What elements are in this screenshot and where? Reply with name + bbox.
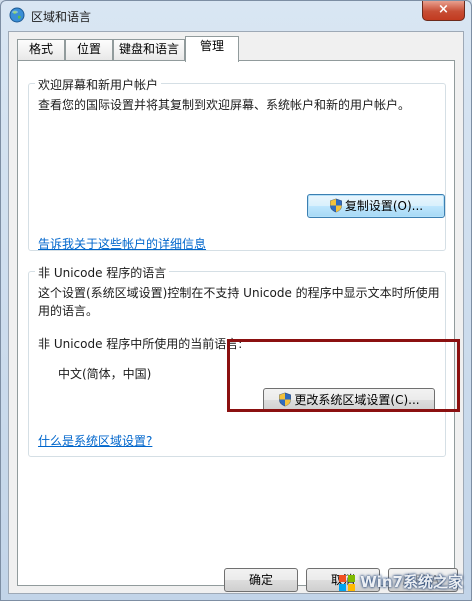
tab-location[interactable]: 位置 [65,39,113,60]
globe-icon [9,7,25,23]
shield-icon [329,198,342,212]
current-language-label: 非 Unicode 程序中所使用的当前语言: [38,337,243,351]
tab-panel-administrative: 欢迎屏幕和新用户帐户 查看您的国际设置并将其复制到欢迎屏幕、系统帐户和新的用户帐… [17,60,455,586]
welcome-screen-group: 欢迎屏幕和新用户帐户 查看您的国际设置并将其复制到欢迎屏幕、系统帐户和新的用户帐… [28,76,446,252]
welcome-description: 查看您的国际设置并将其复制到欢迎屏幕、系统帐户和新的用户帐户。 [38,98,411,112]
non-unicode-description-line2: 用的语言。 [38,304,99,318]
current-language-value: 中文(简体，中国) [58,367,152,381]
tab-administrative[interactable]: 管理 [185,36,239,62]
change-system-locale-button[interactable]: 更改系统区域设置(C)... [263,388,435,412]
title-bar[interactable]: 区域和语言 × [1,1,471,31]
dialog-window: 区域和语言 × 格式 位置 键盘和语言 管理 欢迎屏幕和新用户帐户 查看您的国际… [0,0,472,601]
watermark-text: Win7系统之家 [360,573,463,591]
non-unicode-description-line1: 这个设置(系统区域设置)控制在不支持 Unicode 的程序中显示文本时所使用 [38,286,440,300]
dialog-client-area: 格式 位置 键盘和语言 管理 欢迎屏幕和新用户帐户 查看您的国际设置并将其复制到… [8,31,464,594]
shield-icon [279,392,292,406]
ok-button[interactable]: 确定 [224,568,298,592]
copy-settings-button[interactable]: 复制设置(O)... [307,194,445,218]
close-icon: × [438,2,449,17]
window-title: 区域和语言 [31,10,92,24]
close-button[interactable]: × [422,1,465,21]
copy-settings-label: 复制设置(O)... [344,199,424,213]
what-is-system-locale-link[interactable]: 什么是系统区域设置? [38,432,152,449]
tab-keyboards-languages[interactable]: 键盘和语言 [113,39,185,60]
non-unicode-group: 非 Unicode 程序的语言 这个设置(系统区域设置)控制在不支持 Unico… [28,264,446,457]
non-unicode-group-label: 非 Unicode 程序的语言 [35,264,170,281]
welcome-group-label: 欢迎屏幕和新用户帐户 [35,76,162,93]
windows-logo-icon [339,574,356,591]
tab-formats[interactable]: 格式 [17,39,65,60]
site-watermark: Win7系统之家 [313,570,463,594]
welcome-accounts-info-link[interactable]: 告诉我关于这些帐户的详细信息 [38,235,206,252]
change-system-locale-label: 更改系统区域设置(C)... [294,393,420,407]
